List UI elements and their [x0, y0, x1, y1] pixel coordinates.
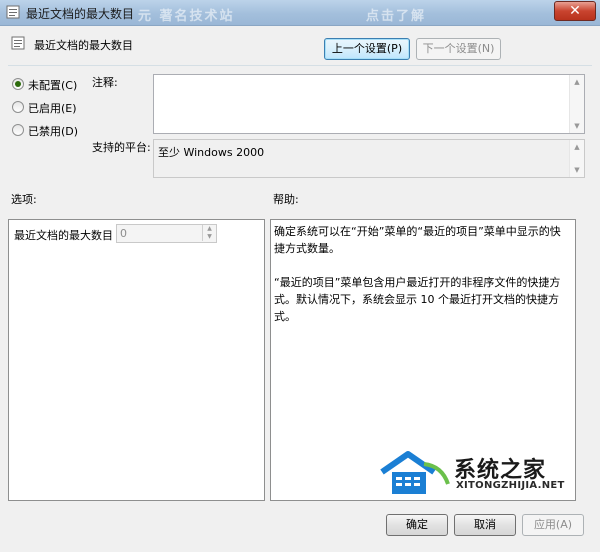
radio-not-configured[interactable] [12, 78, 24, 90]
title-bar: 最近文档的最大数目 元 著名技术站 点击了解 ✕ [0, 0, 600, 26]
close-icon: ✕ [569, 3, 581, 19]
help-label: 帮助: [273, 193, 299, 206]
platform-field: 至少 Windows 2000 ▲ ▼ [153, 139, 585, 178]
radio-label-not-configured: 未配置(C) [28, 79, 78, 92]
help-paragraph: 确定系统可以在“开始”菜单的“最近的项目”菜单中显示的快捷方式数量。 [274, 225, 561, 255]
close-button[interactable]: ✕ [554, 1, 596, 21]
platform-value: 至少 Windows 2000 [158, 146, 265, 159]
max-docs-spinner[interactable]: 0 ▲ ▼ [116, 224, 217, 243]
scroll-down-icon[interactable]: ▼ [570, 119, 584, 133]
comment-scrollbar[interactable]: ▲ ▼ [569, 75, 584, 133]
setting-title: 最近文档的最大数目 [34, 39, 133, 52]
comment-input[interactable]: ▲ ▼ [153, 74, 585, 134]
radio-disabled[interactable] [12, 124, 24, 136]
comment-label: 注释: [92, 76, 118, 89]
scroll-up-icon[interactable]: ▲ [570, 140, 584, 154]
platform-scrollbar[interactable]: ▲ ▼ [569, 140, 584, 177]
help-paragraph: “最近的项目”菜单包含用户最近打开的非程序文件的快捷方式。默认情况下，系统会显示… [274, 276, 561, 323]
platform-label: 支持的平台: [92, 141, 151, 154]
scroll-down-icon[interactable]: ▼ [570, 163, 584, 177]
previous-setting-button[interactable]: 上一个设置(P) [324, 38, 410, 60]
options-panel [8, 219, 265, 501]
watermark-text: 元 著名技术站 [138, 9, 235, 24]
logo-url: XITONGZHIJIA.NET [456, 480, 565, 491]
radio-label-enabled: 已启用(E) [28, 102, 77, 115]
spin-up-icon[interactable]: ▲ [202, 225, 216, 233]
ok-button[interactable]: 确定 [386, 514, 448, 536]
radio-label-disabled: 已禁用(D) [28, 125, 79, 138]
policy-icon [11, 36, 25, 50]
watermark-text-2: 点击了解 [366, 9, 427, 24]
scroll-up-icon[interactable]: ▲ [570, 75, 584, 89]
max-docs-value: 0 [120, 227, 127, 240]
next-setting-button[interactable]: 下一个设置(N) [416, 38, 501, 60]
window-title: 最近文档的最大数目 [26, 7, 135, 21]
options-label: 选项: [11, 193, 37, 206]
max-docs-label: 最近文档的最大数目 [14, 229, 113, 242]
header-divider [8, 65, 592, 66]
spin-down-icon[interactable]: ▼ [202, 233, 216, 241]
apply-button[interactable]: 应用(A) [522, 514, 584, 536]
site-logo: 系统之家 XITONGZHIJIA.NET [378, 448, 578, 500]
radio-enabled[interactable] [12, 101, 24, 113]
house-logo-icon [380, 451, 450, 494]
cancel-button[interactable]: 取消 [454, 514, 516, 536]
help-text: 确定系统可以在“开始”菜单的“最近的项目”菜单中显示的快捷方式数量。 “最近的项… [274, 223, 570, 342]
policy-icon [6, 5, 20, 19]
